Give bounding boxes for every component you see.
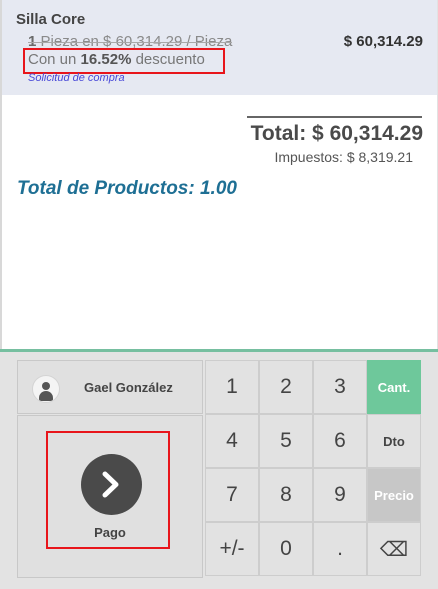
summary-divider xyxy=(247,116,422,118)
customer-name: Gael González xyxy=(84,380,173,395)
backspace-icon[interactable]: ⌫ xyxy=(367,522,421,576)
numpad-key-7[interactable]: 7 xyxy=(205,468,259,522)
numpad-key-3[interactable]: 3 xyxy=(313,360,367,414)
strikethrough xyxy=(28,42,233,43)
numpad-key-9[interactable]: 9 xyxy=(313,468,367,522)
purchase-request-link[interactable]: Solicitud de compra xyxy=(28,72,125,84)
numpad-key-sign[interactable]: +/- xyxy=(205,522,259,576)
product-name: Silla Core xyxy=(16,11,86,28)
customer-button[interactable]: Gael González xyxy=(17,360,203,414)
numpad-key-1[interactable]: 1 xyxy=(205,360,259,414)
order-taxes: Impuestos: $ 8,319.21 xyxy=(274,149,413,165)
numpad-key-6[interactable]: 6 xyxy=(313,414,367,468)
numpad-key-0[interactable]: 0 xyxy=(259,522,313,576)
numpad-key-4[interactable]: 4 xyxy=(205,414,259,468)
order-line-selected[interactable]: Silla Core 1 Pieza en $ 60,314.29 / Piez… xyxy=(2,0,437,95)
numpad-key-2[interactable]: 2 xyxy=(259,360,313,414)
numpad-key-5[interactable]: 5 xyxy=(259,414,313,468)
mode-price-button[interactable]: Precio xyxy=(367,468,421,522)
total-products: Total de Productos: 1.00 xyxy=(17,178,237,199)
order-total: Total: $ 60,314.29 xyxy=(250,122,423,145)
mode-discount-button[interactable]: Dto xyxy=(367,414,421,468)
numpad-key-8[interactable]: 8 xyxy=(259,468,313,522)
discount-highlight-box xyxy=(23,48,225,74)
payment-highlight-box xyxy=(46,431,170,549)
numpad: 1 2 3 Cant. 4 5 6 Dto 7 8 9 Precio +/- 0… xyxy=(205,360,422,576)
user-icon xyxy=(32,375,60,403)
mode-quantity-button[interactable]: Cant. xyxy=(367,360,421,414)
numpad-key-decimal[interactable]: . xyxy=(313,522,367,576)
line-price: $ 60,314.29 xyxy=(343,33,423,50)
